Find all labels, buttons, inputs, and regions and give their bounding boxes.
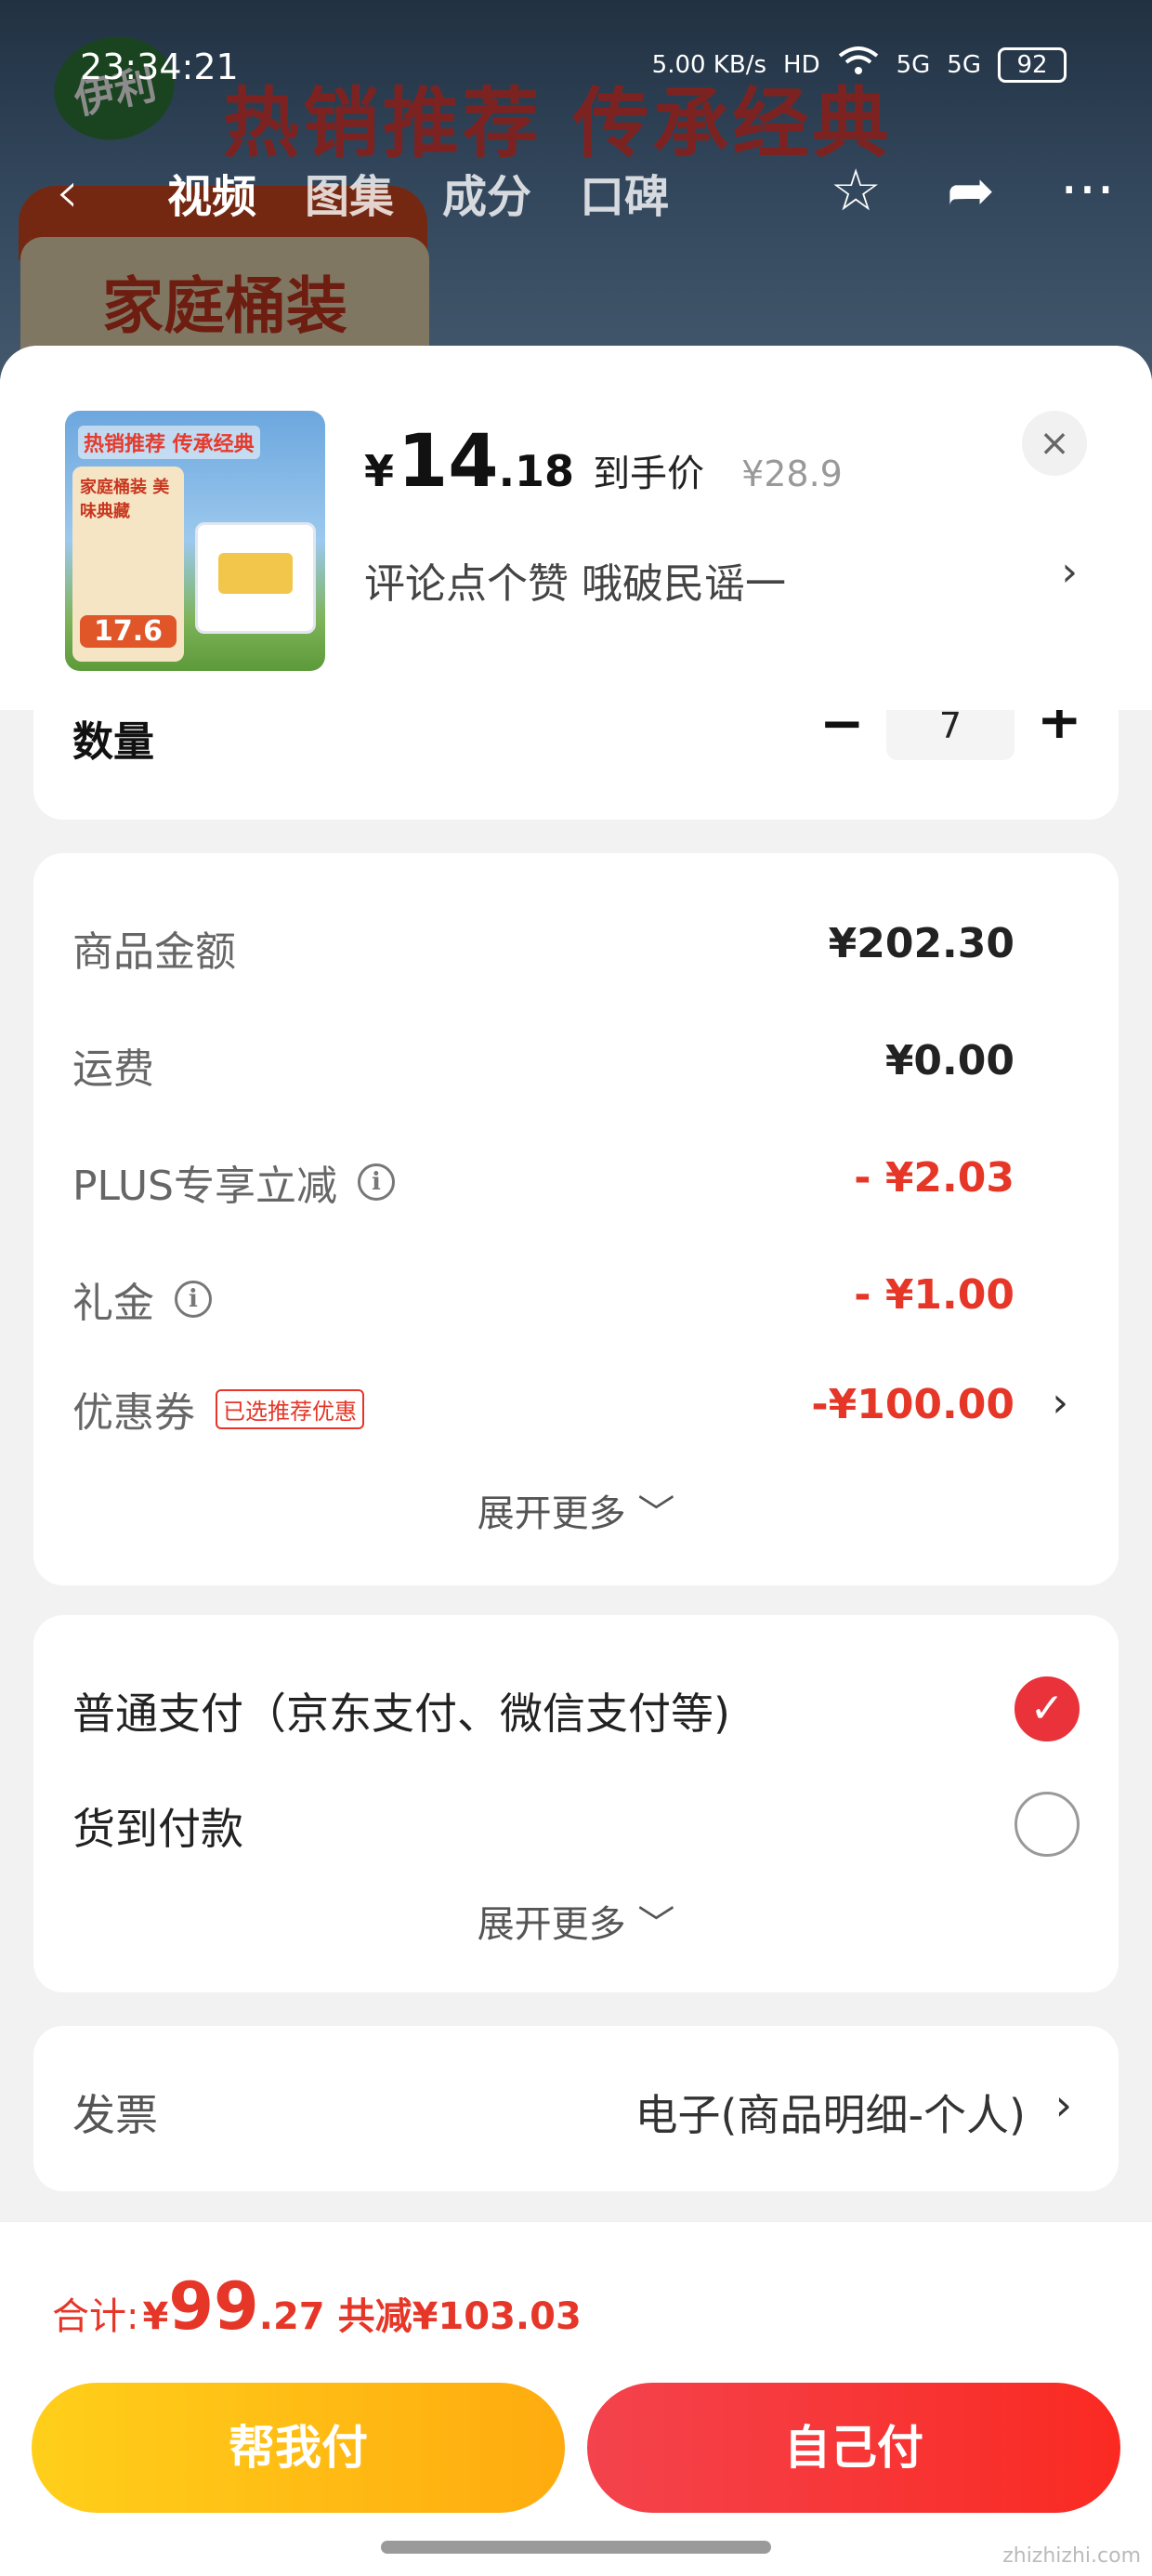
net-speed: 5.00 KB/s [651,50,767,79]
fee-row-plus-discount: PLUS专享立减 i - ¥2.03 [72,1143,1080,1217]
thumbnail-title: 热销推荐 传承经典 [78,426,260,459]
fee-breakdown-card: 商品金额 ¥202.30 运费 ¥0.00 PLUS专享立减 i - ¥2.03… [33,853,1119,1585]
order-total: 合计: ¥ 99 .27 共减¥103.03 [52,2268,582,2345]
product-price: ¥ 14 .18 到手价 ¥28.9 [364,420,843,504]
price-tag: 到手价 [593,453,705,495]
total-symbol: ¥ [142,2295,169,2338]
thumbnail-card-text: 家庭桶装 美味典藏 [80,478,170,521]
quantity-label: 数量 [72,718,154,766]
coupon-recommended-badge: 已选推荐优惠 [216,1388,364,1429]
invoice-card[interactable]: 发票 电子(商品明细-个人) › [33,2026,1119,2191]
product-thumbnail: 热销推荐 传承经典 家庭桶装 美味典藏 17.6 [65,411,325,671]
price-decimal: .18 [498,446,575,496]
total-bar: 合计: ¥ 99 .27 共减¥103.03 [0,2221,1152,2370]
fee-row-goods: 商品金额 ¥202.30 [72,909,1080,983]
payment-option-label: 普通支付（京东支付、微信支付等) [72,1689,730,1739]
share-icon[interactable]: ➦ [947,156,995,224]
fee-value: -¥100.00 [811,1381,1015,1428]
fee-label: 运费 [72,1035,154,1095]
chevron-right-icon[interactable]: › [1052,1379,1068,1426]
home-indicator[interactable] [381,2541,771,2554]
status-time: 23:34:21 [80,46,239,87]
fee-value: - ¥2.03 [854,1154,1015,1202]
chevron-right-icon[interactable]: › [1055,2080,1072,2130]
chevron-right-icon[interactable]: › [1061,548,1078,596]
tab-gallery[interactable]: 图集 [305,160,394,225]
wifi-icon [837,45,880,85]
expand-more-fees[interactable]: 展开更多 ﹀ [33,1483,1119,1537]
radio-checked-icon[interactable]: ✓ [1015,1676,1080,1741]
payment-option-cod[interactable]: 货到付款 [72,1779,1080,1862]
signal-icon-2: 5G [947,50,981,79]
total-label: 合计: [52,2295,139,2338]
total-integer: 99 [168,2268,259,2345]
radio-unchecked-icon[interactable] [1015,1792,1080,1857]
thumbnail-card: 家庭桶装 美味典藏 17.6 [72,467,184,662]
product-summary: 热销推荐 传承经典 家庭桶装 美味典藏 17.6 ¥ 14 .18 到手价 ¥2… [0,346,1152,710]
product-top-nav: ‹ 视频 图集 成分 口碑 ☆ ➦ ··· [0,149,1152,232]
fee-label: 优惠券 已选推荐优惠 [72,1379,364,1439]
total-decimal: .27 [258,2295,325,2338]
status-bar: 23:34:21 5.00 KB/s HD 5G 5G 92 [0,37,1152,102]
product-tabs: 视频 图集 成分 口碑 [167,160,669,225]
payment-option-normal[interactable]: 普通支付（京东支付、微信支付等) ✓ [72,1663,1080,1747]
tab-ingredients[interactable]: 成分 [442,160,531,225]
info-icon[interactable]: i [358,1163,395,1201]
fee-value: ¥202.30 [828,920,1015,967]
thumbnail-price: 17.6 [80,615,177,648]
fee-label-text: 运费 [72,1045,154,1093]
self-pay-button[interactable]: 自己付 [587,2383,1120,2513]
fee-label-text: 礼金 [72,1280,154,1327]
expand-more-payment[interactable]: 展开更多 ﹀ [33,1894,1119,1948]
fee-value: - ¥1.00 [854,1271,1015,1319]
help-pay-button[interactable]: 帮我付 [32,2383,565,2513]
star-icon[interactable]: ☆ [830,156,882,224]
nav-actions: ☆ ➦ ··· [830,156,1115,224]
fee-row-shipping: 运费 ¥0.00 [72,1026,1080,1100]
hd-icon: HD [783,50,820,79]
price-symbol: ¥ [364,446,395,496]
total-saved: 共减¥103.03 [337,2295,582,2338]
fee-label-text: 优惠券 [72,1389,195,1437]
action-bar: 帮我付 自己付 zhizhizhi.com [0,2370,1152,2576]
tab-reviews[interactable]: 口碑 [580,160,669,225]
price-integer: 14 [398,420,499,504]
fee-label-text: PLUS专享立减 [72,1163,337,1210]
back-icon[interactable]: ‹ [56,158,79,226]
fee-label: 商品金额 [72,918,236,978]
battery-icon: 92 [998,46,1067,83]
status-indicators: 5.00 KB/s HD 5G 5G 92 [652,45,1067,85]
fee-row-gift-money: 礼金 i - ¥1.00 [72,1260,1080,1334]
fee-row-coupon[interactable]: 优惠券 已选推荐优惠 -¥100.00 › [72,1370,1080,1444]
watermark: zhizhizhi.com [1002,2544,1141,2568]
fee-label-text: 商品金额 [72,928,236,976]
close-icon[interactable]: × [1022,411,1087,476]
info-icon[interactable]: i [175,1281,212,1318]
invoice-label: 发票 [72,2090,158,2140]
invoice-value: 电子(商品明细-个人) [635,2090,1027,2140]
tab-video[interactable]: 视频 [167,160,256,225]
payment-option-label: 货到付款 [72,1804,243,1854]
original-price: ¥28.9 [741,453,843,494]
fee-label: 礼金 i [72,1269,212,1329]
fee-label: PLUS专享立减 i [72,1152,395,1212]
yogurt-tub-image [195,522,316,634]
fee-value: ¥0.00 [884,1037,1015,1084]
signal-icon: 5G [896,50,931,79]
selected-spec[interactable]: 评论点个赞 哦破民谣一 [364,550,786,610]
payment-method-card: 普通支付（京东支付、微信支付等) ✓ 货到付款 展开更多 ﹀ [33,1615,1119,1992]
more-icon[interactable]: ··· [1060,156,1115,224]
